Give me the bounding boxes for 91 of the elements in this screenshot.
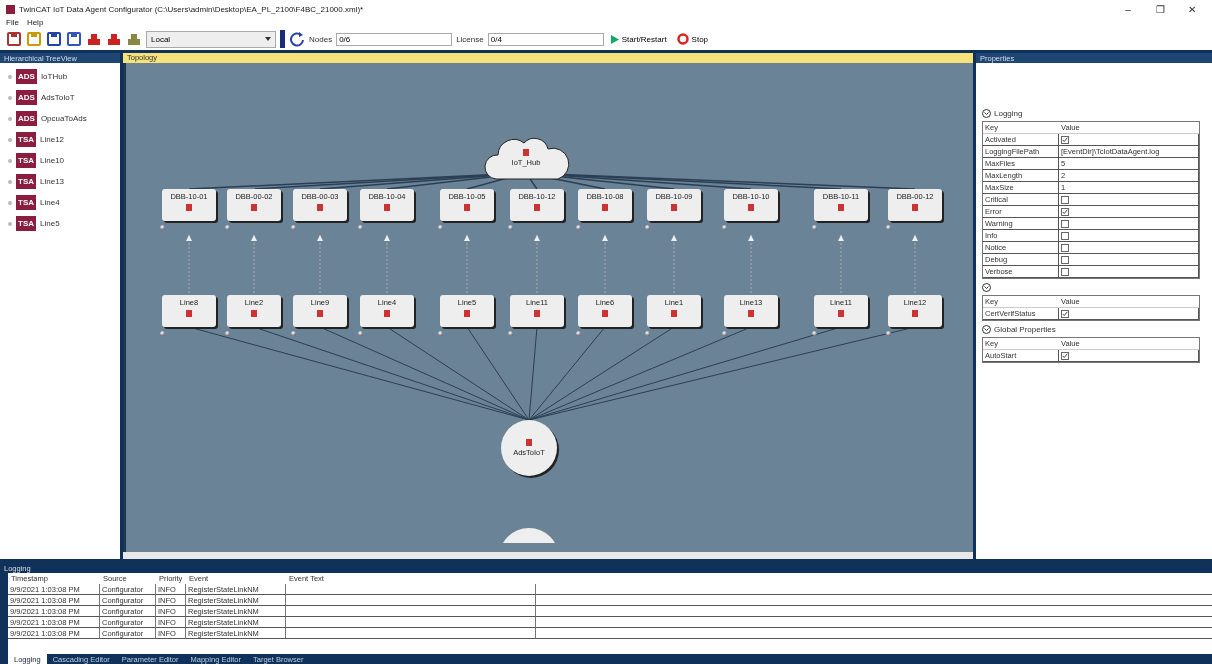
port-dot — [438, 225, 443, 230]
link-arrow — [186, 234, 192, 294]
tree-item[interactable]: Line13 — [40, 177, 65, 186]
tree-item[interactable]: IoTHub — [40, 72, 68, 81]
license-field[interactable]: 0/4 — [487, 32, 604, 46]
scrollbar[interactable] — [123, 552, 973, 559]
tree-item[interactable]: Line10 — [40, 156, 65, 165]
checkbox[interactable] — [1061, 255, 1069, 264]
group-title: Global Properties — [994, 324, 1056, 334]
port-dot — [508, 225, 513, 230]
node-badge: TSA — [16, 153, 36, 168]
port-dot — [225, 331, 230, 336]
refresh-icon[interactable] — [289, 31, 305, 47]
field-label: Nodes — [309, 34, 333, 44]
node-badge: ADS — [16, 90, 37, 105]
app-icon — [6, 4, 15, 14]
checkbox[interactable] — [1061, 351, 1069, 360]
toolbar-icon[interactable] — [106, 31, 122, 47]
tree-item[interactable]: AdsToIoT — [40, 93, 75, 102]
toolbar-icon[interactable] — [126, 31, 142, 47]
port-dot — [160, 225, 165, 230]
port-dot — [358, 331, 363, 336]
link-arrow — [464, 234, 470, 294]
port-dot — [225, 225, 230, 230]
link-arrow — [534, 234, 540, 294]
group-title: Logging — [994, 108, 1023, 118]
port-dot — [722, 331, 727, 336]
tree-item[interactable]: OpcuaToAds — [40, 114, 87, 123]
nodes-field[interactable]: 0/6 — [336, 32, 453, 46]
checkbox[interactable] — [1061, 195, 1069, 204]
stop-button[interactable]: Stop — [673, 33, 712, 45]
port-dot — [812, 225, 817, 230]
window-control[interactable]: – — [1114, 3, 1142, 15]
caret-icon — [265, 37, 271, 41]
collapse-icon[interactable] — [982, 282, 991, 292]
link-arrow — [602, 234, 608, 294]
toolbar-icon[interactable] — [6, 31, 22, 47]
tree-item[interactable]: Line5 — [40, 219, 60, 228]
port-dot — [886, 331, 891, 336]
node-badge: TSA — [16, 216, 36, 231]
menu-item[interactable]: Help — [26, 17, 44, 27]
port-dot — [291, 331, 296, 336]
collapse-icon[interactable] — [982, 324, 991, 334]
play-icon — [610, 34, 619, 44]
stop-icon — [676, 33, 689, 45]
tree-item[interactable]: Line4 — [40, 198, 60, 207]
checkbox[interactable] — [1061, 207, 1069, 216]
checkbox[interactable] — [1061, 309, 1069, 318]
port-dot — [576, 331, 581, 336]
port-dot — [645, 331, 650, 336]
window-control[interactable]: ✕ — [1178, 3, 1206, 15]
start-button[interactable]: Start/Restart — [607, 34, 670, 44]
link-arrow — [671, 234, 677, 294]
checkbox[interactable] — [1061, 231, 1069, 240]
toolbar-icon[interactable] — [66, 31, 82, 47]
port-dot — [722, 225, 727, 230]
window-control[interactable]: ❐ — [1146, 3, 1174, 15]
node-badge: TSA — [16, 132, 36, 147]
collapse-icon[interactable] — [982, 108, 991, 118]
menu-item[interactable]: File — [6, 17, 19, 27]
node-badge: TSA — [16, 174, 36, 189]
port-dot — [886, 225, 891, 230]
node-badge: ADS — [16, 111, 37, 126]
toolbar-icon[interactable] — [86, 31, 102, 47]
checkbox[interactable] — [1061, 135, 1069, 144]
node-badge: ADS — [16, 69, 37, 84]
window-title: TwinCAT IoT Data Agent Configurator (C:\Users\admin\Desktop\EA_PL_2100\F4BC_21000.xml)* — [19, 4, 365, 14]
link-arrow — [384, 234, 390, 294]
toolbar-separator — [280, 30, 285, 48]
port-dot — [291, 225, 296, 230]
node-badge: TSA — [16, 195, 36, 210]
link-arrow — [251, 234, 257, 294]
port-dot — [508, 331, 513, 336]
target-dropdown[interactable]: Local — [146, 30, 276, 48]
link-arrow — [912, 234, 918, 294]
toolbar-icon[interactable] — [46, 31, 62, 47]
checkbox[interactable] — [1061, 243, 1069, 252]
port-dot — [160, 331, 165, 336]
port-dot — [358, 225, 363, 230]
field-label: License — [456, 34, 484, 44]
link-arrow — [838, 234, 844, 294]
port-dot — [438, 331, 443, 336]
port-dot — [812, 331, 817, 336]
checkbox[interactable] — [1061, 219, 1069, 228]
link-arrow — [317, 234, 323, 294]
device-icon — [523, 149, 529, 156]
port-dot — [576, 225, 581, 230]
link-arrow — [748, 234, 754, 294]
checkbox[interactable] — [1061, 267, 1069, 276]
port-dot — [645, 225, 650, 230]
tree-item[interactable]: Line12 — [40, 135, 65, 144]
